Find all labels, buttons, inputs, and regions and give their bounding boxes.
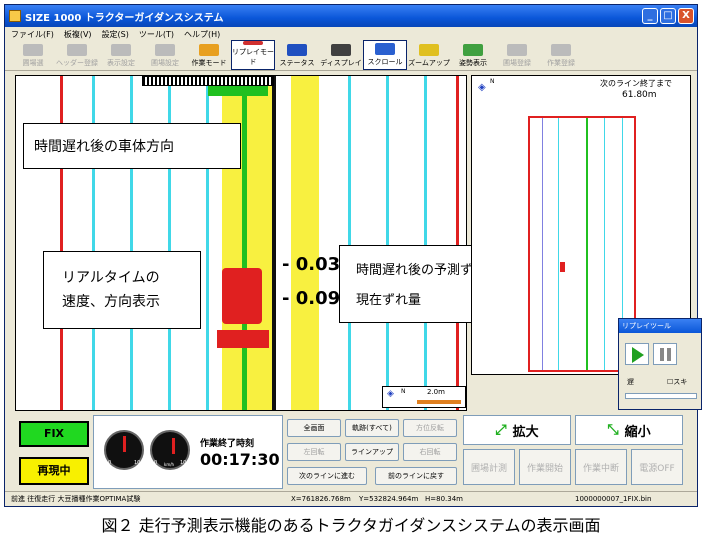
status-button[interactable]: ステータス xyxy=(275,40,319,70)
gauge-panel: 0 10 0 10 km/h 作業終了時刻 00:17:30 xyxy=(93,415,283,489)
status-x: X=761826.768m xyxy=(291,495,351,503)
zoom-up-button[interactable]: ズームアップ xyxy=(407,40,451,70)
field-settings-button[interactable]: 圃場設定 xyxy=(143,40,187,70)
work-end-time: 00:17:30 xyxy=(200,450,280,469)
scale-label: 2.0m xyxy=(427,388,445,396)
display-button[interactable]: ディスプレイ xyxy=(319,40,363,70)
header-register-button[interactable]: ヘッダー登録 xyxy=(55,40,99,70)
attitude-button[interactable]: 姿勢表示 xyxy=(451,40,495,70)
play-icon xyxy=(632,347,644,363)
power-off-button[interactable]: 電源OFF xyxy=(631,449,683,485)
status-bar: 前進 往復走行 大豆播種作業OPTIMA試験 X=761826.768m Y=5… xyxy=(5,491,697,506)
work-register-button[interactable]: 作業登録 xyxy=(539,40,583,70)
scroll-arrows-icon xyxy=(375,43,395,55)
menu-bar: ファイル(F) 板複(V) 設定(S) ツール(T) ヘルプ(H) xyxy=(5,27,697,41)
menu-help[interactable]: ヘルプ(H) xyxy=(184,29,220,40)
implement-bar xyxy=(142,76,274,86)
window-title: SIZE 1000 トラクターガイダンスシステム xyxy=(25,12,224,24)
tractor-marker xyxy=(560,262,565,272)
maximize-button[interactable]: □ xyxy=(660,8,676,24)
replay-mode-button[interactable]: リプレイモード xyxy=(231,40,275,70)
display-settings-button[interactable]: 表示設定 xyxy=(99,40,143,70)
zoom-out-button[interactable]: ⤡ 縮小 xyxy=(575,415,683,445)
control-panel: FIX 再現中 0 10 0 10 km/h 作業終了時刻 00:17:30 全… xyxy=(15,413,691,489)
implement-icon xyxy=(217,330,269,348)
field-register-icon xyxy=(507,44,527,56)
pause-icon xyxy=(660,348,664,361)
menu-view[interactable]: 板複(V) xyxy=(64,29,92,40)
title-bar: SIZE 1000 トラクターガイダンスシステム _ □ X xyxy=(5,5,697,27)
north-label: N xyxy=(490,78,495,85)
field-register-button[interactable]: 圃場登録 xyxy=(495,40,539,70)
tractor-icon xyxy=(222,268,262,324)
prev-line-button[interactable]: 前のラインに戻す xyxy=(375,467,457,485)
replay-slider[interactable] xyxy=(625,393,697,399)
rotate-left-button[interactable]: 左回転 xyxy=(287,443,341,461)
fix-status: FIX xyxy=(19,421,89,447)
heading-gauge-icon: 0 10 xyxy=(104,430,144,470)
speed-label: 遅 xyxy=(627,378,634,386)
app-window: SIZE 1000 トラクターガイダンスシステム _ □ X ファイル(F) 板… xyxy=(4,4,698,507)
status-mode: 前進 往復走行 大豆播種作業OPTIMA試験 xyxy=(11,495,141,503)
toolbar: 圃場選 ヘッダー登録 表示設定 圃場設定 作業モード リプレイモード ステータス… xyxy=(5,40,697,71)
annotation-heading: 時間遅れ後の車体方向 xyxy=(23,123,241,169)
rotate-right-button[interactable]: 右回転 xyxy=(403,443,457,461)
field-measure-button[interactable]: 圃場計測 xyxy=(463,449,515,485)
next-line-distance: 61.80m xyxy=(622,90,657,100)
heading-reverse-button[interactable]: 方位反転 xyxy=(403,419,457,437)
next-line-label: 次のライン終了まで xyxy=(600,79,672,88)
settings-icon xyxy=(155,44,175,56)
status-h: H=80.34m xyxy=(425,495,463,503)
pause-button[interactable] xyxy=(653,343,677,365)
scroll-button[interactable]: スクロール xyxy=(363,40,407,70)
field-select-button[interactable]: 圃場選 xyxy=(11,40,55,70)
menu-settings[interactable]: 設定(S) xyxy=(102,29,129,40)
attitude-icon xyxy=(463,44,483,56)
menu-file[interactable]: ファイル(F) xyxy=(11,29,54,40)
skip-checkbox[interactable]: ☐スキ xyxy=(667,377,687,387)
work-pause-button[interactable]: 作業中断 xyxy=(575,449,627,485)
play-button[interactable] xyxy=(625,343,649,365)
status-y: Y=532824.964m xyxy=(359,495,419,503)
menu-tools[interactable]: ツール(T) xyxy=(139,29,174,40)
fullscreen-button[interactable]: 全画面 xyxy=(287,419,341,437)
line-up-button[interactable]: ラインアップ xyxy=(345,443,399,461)
shrink-arrows-icon: ⤡ xyxy=(607,422,619,438)
minimize-button[interactable]: _ xyxy=(642,8,658,24)
zoom-icon xyxy=(419,44,439,56)
pen-icon xyxy=(67,44,87,56)
work-mode-icon xyxy=(199,44,219,56)
next-line-button[interactable]: 次のラインに進む xyxy=(287,467,367,485)
field-icon xyxy=(23,44,43,56)
compass-icon: ◈ xyxy=(478,82,486,93)
work-register-icon xyxy=(551,44,571,56)
work-mode-button[interactable]: 作業モード xyxy=(187,40,231,70)
display-icon xyxy=(331,44,351,56)
work-start-button[interactable]: 作業開始 xyxy=(519,449,571,485)
work-section xyxy=(208,86,268,96)
track-all-button[interactable]: 軌跡(すべて) xyxy=(345,419,399,437)
close-button[interactable]: X xyxy=(678,8,694,24)
replay-status: 再現中 xyxy=(19,457,89,485)
zoom-in-button[interactable]: ⤢ 拡大 xyxy=(463,415,571,445)
expand-arrows-icon: ⤢ xyxy=(495,422,507,438)
replay-title: リプレイツール xyxy=(619,319,701,333)
annotation-realtime: リアルタイムの 速度、方向表示 xyxy=(43,251,201,329)
scale-box: ◈ N 2.0m xyxy=(382,386,466,408)
work-end-label: 作業終了時刻 xyxy=(200,439,255,449)
compass-icon: ◈ xyxy=(387,389,394,399)
status-icon xyxy=(287,44,307,56)
replay-tool-window: リプレイツール 遅 ☐スキ xyxy=(618,318,702,410)
status-file: 1000000007_1FIX.bin xyxy=(575,495,652,503)
app-icon xyxy=(9,10,21,22)
replay-icon xyxy=(243,41,263,45)
speed-gauge-icon: 0 10 km/h xyxy=(150,430,190,470)
tractor-icon xyxy=(111,44,131,56)
figure-caption: 図２ 走行予測表示機能のあるトラクタガイダンスシステムの表示画面 xyxy=(101,516,601,535)
